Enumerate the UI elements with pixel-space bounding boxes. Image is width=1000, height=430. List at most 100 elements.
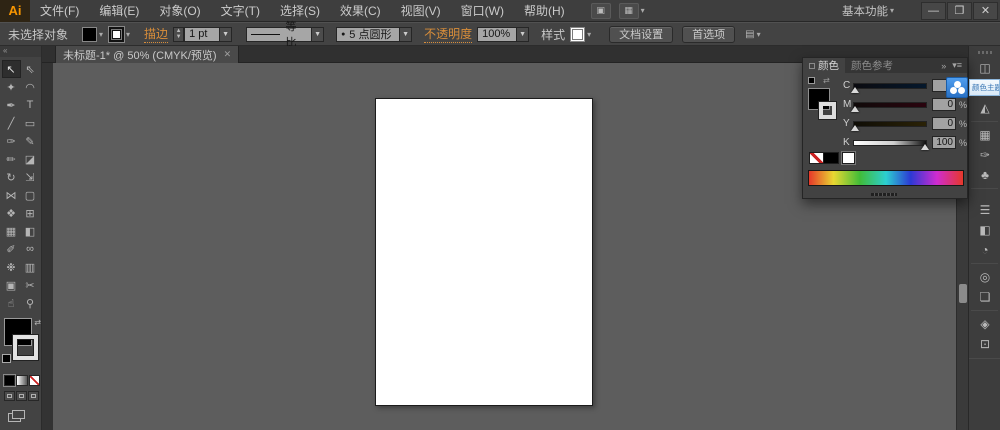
stroke-link[interactable]: 描边 <box>144 25 168 43</box>
panel-color-guide-icon[interactable]: ◭ <box>969 98 1000 118</box>
draw-normal-button[interactable] <box>4 391 15 401</box>
document-setup-button[interactable]: 文档设置 <box>609 26 673 43</box>
selection-tool[interactable]: ↖ <box>2 60 21 78</box>
opacity-caret-icon[interactable]: ▼ <box>517 27 529 42</box>
brush-caret-icon[interactable]: ▼ <box>400 27 412 42</box>
style-caret-icon[interactable]: ▾ <box>587 30 591 39</box>
lasso-tool[interactable]: ◠ <box>21 78 40 96</box>
tab-color[interactable]: 颜色 <box>803 58 845 73</box>
slider-track[interactable] <box>853 121 927 127</box>
fill-caret-icon[interactable]: ▾ <box>99 30 103 39</box>
opacity-link[interactable]: 不透明度 <box>424 25 472 43</box>
symbol-sprayer-tool[interactable]: ❉ <box>2 258 21 276</box>
artboard-tool[interactable]: ▣ <box>2 276 21 294</box>
black-swatch[interactable] <box>824 152 839 164</box>
slider-value-field[interactable]: 0 <box>932 117 956 130</box>
bridge-icon[interactable]: ▣ <box>591 3 611 19</box>
fill-color-swatch[interactable] <box>82 27 97 42</box>
draw-inside-button[interactable] <box>28 391 39 401</box>
white-swatch[interactable] <box>842 152 855 164</box>
stroke-width-field[interactable]: 1 pt <box>184 27 220 42</box>
color-button[interactable] <box>4 375 15 386</box>
panel-graphic-styles-icon[interactable]: ❏ <box>969 287 1000 307</box>
line-segment-tool[interactable]: ╱ <box>2 114 21 132</box>
color-spectrum-bar[interactable] <box>808 170 964 186</box>
arrange-documents-caret-icon[interactable]: ▾ <box>641 6 645 15</box>
shape-builder-tool[interactable]: ❖ <box>2 204 21 222</box>
eraser-tool[interactable]: ◪ <box>21 150 40 168</box>
tab-color-guide[interactable]: 颜色参考 <box>845 58 899 73</box>
panel-brushes-icon[interactable]: ✑ <box>969 145 1000 165</box>
style-swatch[interactable] <box>570 27 585 42</box>
stroke-width-caret-icon[interactable]: ▼ <box>220 27 232 42</box>
slider-track[interactable] <box>853 102 927 108</box>
vertical-scrollbar-thumb[interactable] <box>959 284 967 303</box>
panel-info-icon[interactable]: ◫ <box>969 58 1000 78</box>
mesh-tool[interactable]: ▦ <box>2 222 21 240</box>
rotate-tool[interactable]: ↻ <box>2 168 21 186</box>
scale-tool[interactable]: ⇲ <box>21 168 40 186</box>
width-tool[interactable]: ⋈ <box>2 186 21 204</box>
control-panel-menu-icon[interactable]: ▤ <box>745 29 754 40</box>
magic-wand-tool[interactable]: ✦ <box>2 78 21 96</box>
column-graph-tool[interactable]: ▥ <box>21 258 40 276</box>
slice-tool[interactable]: ✂ <box>21 276 40 294</box>
eyedropper-tool[interactable]: ✐ <box>2 240 21 258</box>
panel-swap-icon[interactable]: ⇄ <box>823 76 830 85</box>
none-button[interactable] <box>29 375 40 386</box>
document-tab-close-icon[interactable]: ✕ <box>224 49 232 60</box>
panel-stroke-icon[interactable]: ☰ <box>969 200 1000 220</box>
stroke-color-swatch[interactable] <box>109 27 124 42</box>
collapse-tools-icon[interactable]: « <box>3 46 7 55</box>
slider-track[interactable] <box>853 83 927 89</box>
panel-artboards-icon[interactable]: ⊡ <box>969 334 1000 354</box>
gradient-tool[interactable]: ◧ <box>21 222 40 240</box>
gradient-button[interactable] <box>16 375 27 386</box>
control-panel-menu-caret-icon[interactable]: ▾ <box>757 30 761 39</box>
slider-value-field[interactable]: 0 <box>932 98 956 111</box>
panel-swatches-icon[interactable]: ▦ <box>969 125 1000 145</box>
direct-selection-tool[interactable]: ⇖ <box>21 60 40 78</box>
width-profile-caret-icon[interactable]: ▼ <box>312 27 324 42</box>
restore-button[interactable]: ❐ <box>947 2 972 20</box>
zoom-tool[interactable]: ⚲ <box>21 294 40 312</box>
type-tool[interactable]: T <box>21 96 40 114</box>
slider-value-field[interactable]: 100 <box>932 136 956 149</box>
slider-track[interactable] <box>853 140 927 146</box>
panel-resize-grip[interactable] <box>871 193 897 196</box>
pencil-tool[interactable]: ✎ <box>21 132 40 150</box>
pen-tool[interactable]: ✒ <box>2 96 21 114</box>
minimize-button[interactable]: — <box>921 2 946 20</box>
panel-stroke-swatch[interactable] <box>819 102 836 119</box>
slider-thumb[interactable] <box>851 106 859 112</box>
swap-fill-stroke-icon[interactable]: ⇄ <box>34 318 41 327</box>
document-tab[interactable]: 未标题-1* @ 50% (CMYK/预览) ✕ <box>55 46 239 63</box>
default-fill-stroke-icon[interactable] <box>2 354 11 363</box>
slider-thumb[interactable] <box>851 125 859 131</box>
stroke-caret-icon[interactable]: ▾ <box>126 30 130 39</box>
paintbrush-tool[interactable]: ✑ <box>2 132 21 150</box>
opacity-field[interactable]: 100% <box>477 27 517 42</box>
width-profile-field[interactable]: 等比 <box>246 27 312 42</box>
stroke-width-stepper[interactable]: ▲▼ <box>173 27 184 42</box>
blend-tool[interactable]: ∞ <box>21 240 40 258</box>
panel-transparency-icon[interactable]: ◔ <box>969 240 1000 260</box>
preferences-button[interactable]: 首选项 <box>682 26 735 43</box>
dock-grip[interactable] <box>978 51 992 54</box>
toolbar-stroke-swatch[interactable] <box>13 335 38 360</box>
tools-panel-header[interactable]: « <box>0 46 41 57</box>
panel-gradient-icon[interactable]: ◧ <box>969 220 1000 240</box>
draw-behind-button[interactable] <box>16 391 27 401</box>
free-transform-tool[interactable]: ▢ <box>21 186 40 204</box>
panel-layers-icon[interactable]: ◈ <box>969 314 1000 334</box>
slider-thumb[interactable] <box>851 87 859 93</box>
panel-appearance-icon[interactable]: ◎ <box>969 267 1000 287</box>
close-button[interactable]: ✕ <box>973 2 998 20</box>
collapse-to-icons-icon[interactable]: » <box>941 61 946 71</box>
workspace-switcher[interactable]: 基本功能 ▾ <box>842 3 894 19</box>
rectangle-tool[interactable]: ▭ <box>21 114 40 132</box>
color-themes-button[interactable] <box>946 77 968 98</box>
perspective-grid-tool[interactable]: ⊞ <box>21 204 40 222</box>
hand-tool[interactable]: ☝ <box>2 294 21 312</box>
mini-fill-icon[interactable] <box>808 77 815 84</box>
